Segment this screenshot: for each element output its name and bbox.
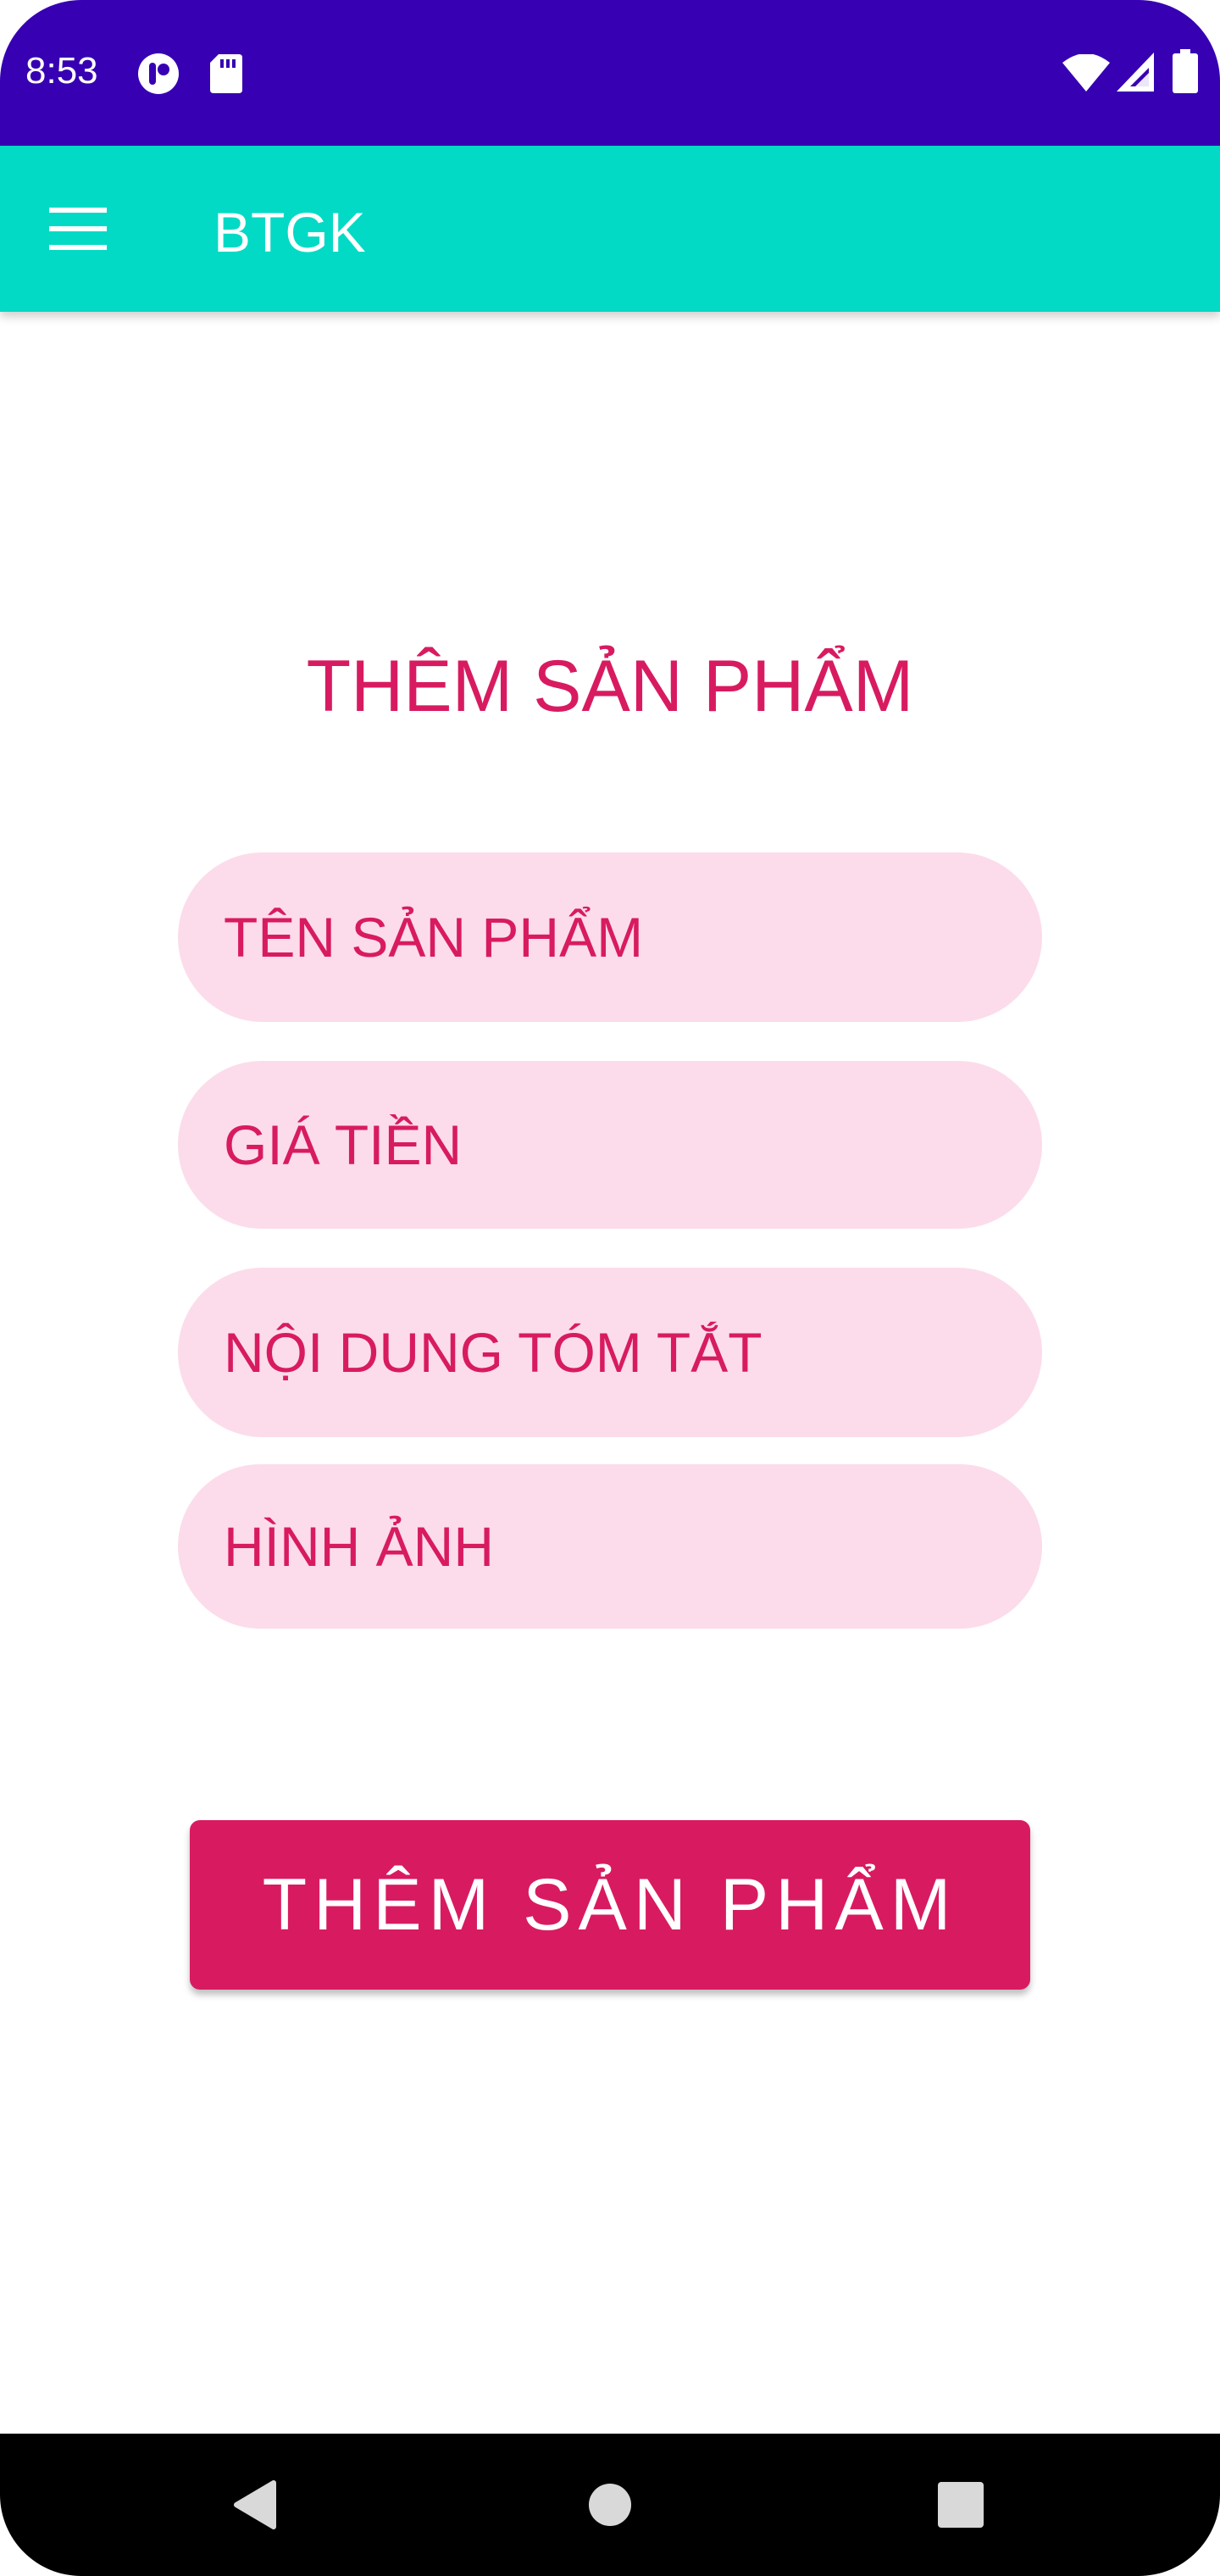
sd-card-icon <box>210 54 242 93</box>
hamburger-menu-icon <box>49 208 107 250</box>
summary-field[interactable] <box>178 1268 1042 1437</box>
notification-app-icon <box>138 53 179 94</box>
toolbar-title: BTGK <box>214 201 366 264</box>
price-field[interactable] <box>178 1061 1042 1229</box>
page-title: THÊM SẢN PHẨM <box>306 646 914 727</box>
add-product-button[interactable]: THÊM SẢN PHẨM <box>190 1820 1030 1990</box>
recents-button[interactable] <box>918 2462 1003 2547</box>
screen: 8:53 BTGK THÊM SẢN PHẨM TÊN SẢN PHẨM GIÁ… <box>0 0 1220 2576</box>
signal-icon <box>1117 53 1154 92</box>
navigation-bar <box>0 2434 1220 2576</box>
back-icon <box>234 2480 276 2529</box>
product-name-field[interactable] <box>178 852 1042 1022</box>
status-bar: 8:53 <box>0 0 1220 146</box>
recents-icon <box>938 2482 984 2528</box>
status-time: 8:53 <box>25 50 98 92</box>
home-button[interactable] <box>568 2462 652 2547</box>
menu-button[interactable] <box>37 188 119 269</box>
battery-icon <box>1173 49 1198 93</box>
home-icon <box>589 2484 631 2526</box>
back-button[interactable] <box>212 2462 297 2547</box>
app-toolbar: BTGK <box>0 146 1220 312</box>
wifi-icon <box>1062 54 1110 92</box>
image-field[interactable] <box>178 1464 1042 1629</box>
